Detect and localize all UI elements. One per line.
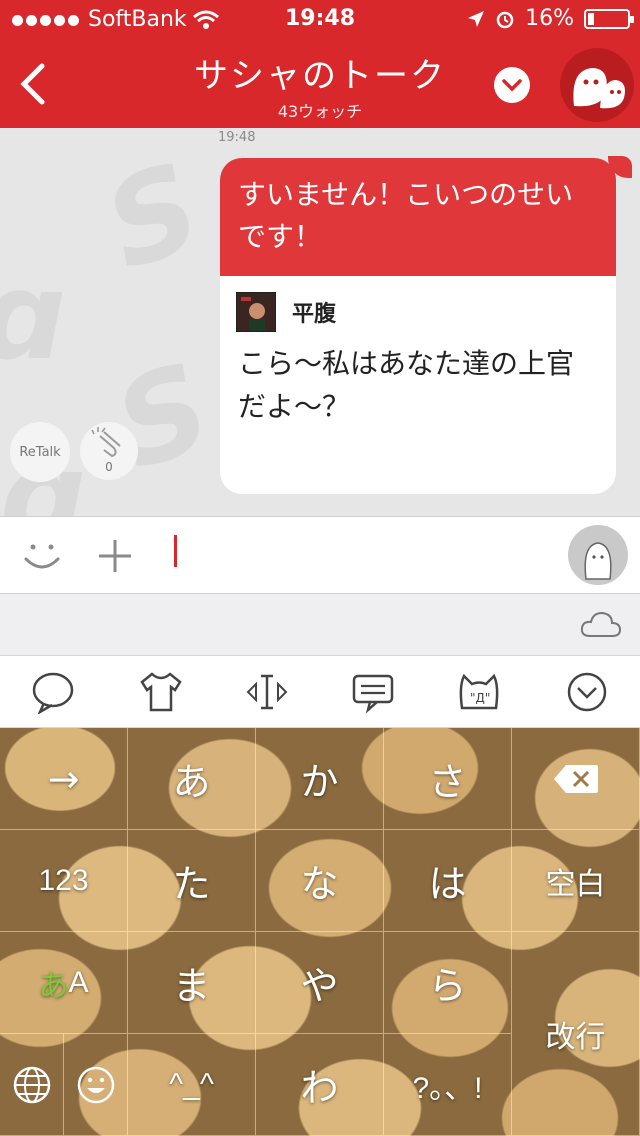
battery-icon — [584, 8, 634, 29]
key-input-mode-latin: A — [68, 965, 89, 999]
key-ra-label: ら — [428, 964, 467, 1008]
key-123[interactable]: 123 — [0, 830, 128, 932]
voice-avatar-illustration — [584, 542, 612, 580]
key-ma-label: ま — [172, 964, 211, 1008]
text-cursor-icon[interactable] — [244, 670, 290, 714]
keyboard: → あ か さ 123 た な は 空白 あA ま や ら 改行 ^_^ わ ?… — [0, 728, 640, 1136]
key-wa[interactable]: わ — [256, 1034, 384, 1136]
voice-avatar-button[interactable] — [568, 525, 628, 585]
chat-header: サシャのトーク 43ウォッチ — [0, 40, 640, 128]
smiley-icon[interactable] — [22, 539, 62, 575]
delete-icon — [553, 764, 598, 793]
retalk-label: ReTalk — [19, 444, 61, 460]
key-sa[interactable]: さ — [384, 728, 512, 830]
key-sa-label: さ — [428, 760, 467, 804]
emoji-icon — [77, 1066, 114, 1103]
key-delete[interactable] — [512, 728, 640, 830]
chat-area[interactable]: ɑ S S ɑ 19:48 ReTalk 0 すいません！こいつのせいです！ 平… — [0, 128, 640, 516]
key-a[interactable]: あ — [128, 728, 256, 830]
globe-icon — [13, 1066, 50, 1103]
quote-avatar — [236, 292, 276, 332]
clap-button[interactable]: 0 — [80, 422, 138, 480]
cloud-icon[interactable] — [580, 610, 622, 638]
quote-author: 平腹 — [292, 302, 337, 327]
background-pattern: ɑ — [0, 248, 66, 387]
key-input-mode[interactable]: あA — [0, 932, 128, 1034]
message-text: すいません！こいつのせいです！ — [220, 158, 616, 276]
key-ya-label: や — [300, 964, 339, 1008]
dropdown-chevron-icon[interactable] — [494, 67, 530, 103]
quote-text: こら〜私はあなた達の上官だよ〜？ — [238, 347, 575, 423]
clap-icon — [91, 427, 121, 458]
status-bar: SoftBank 19:48 16% — [0, 0, 640, 40]
key-123-label: 123 — [38, 863, 89, 897]
comment-icon[interactable] — [350, 670, 396, 714]
key-a-label: あ — [172, 760, 211, 804]
message-timestamp: 19:48 — [218, 130, 256, 145]
key-emoji[interactable] — [64, 1034, 128, 1136]
chat-bubble-icon[interactable] — [30, 670, 76, 714]
key-globe[interactable] — [0, 1034, 64, 1136]
quote-header: 平腹 — [220, 276, 616, 332]
alarm-icon — [496, 11, 514, 28]
key-ma[interactable]: ま — [128, 932, 256, 1034]
page-title: サシャのトーク — [194, 56, 446, 96]
key-ka[interactable]: か — [256, 728, 384, 830]
clap-count: 0 — [105, 460, 113, 474]
keyboard-toolbar: "Д" — [0, 656, 640, 728]
key-kaomoji[interactable]: ^_^ — [128, 1034, 256, 1136]
key-ha-label: は — [428, 862, 467, 906]
key-arrow-label: → — [47, 756, 80, 801]
room-avatar[interactable] — [560, 48, 634, 122]
battery-percent: 16% — [525, 6, 574, 31]
message-bubble[interactable]: すいません！こいつのせいです！ 平腹 こら〜私はあなた達の上官だよ〜？ — [220, 158, 616, 494]
key-return[interactable]: 改行 — [512, 932, 640, 1136]
location-arrow-icon — [468, 10, 485, 27]
key-kaomoji-label: ^_^ — [169, 1067, 214, 1101]
key-ta[interactable]: た — [128, 830, 256, 932]
key-ka-label: か — [300, 760, 339, 804]
key-ta-label: た — [172, 862, 211, 906]
key-input-mode-kana: あ — [38, 969, 69, 1003]
key-ya[interactable]: や — [256, 932, 384, 1034]
key-return-label: 改行 — [545, 1020, 606, 1054]
candidate-bar — [0, 594, 640, 656]
message-input-cursor[interactable] — [174, 535, 177, 567]
key-wa-label: わ — [300, 1066, 339, 1110]
tshirt-icon[interactable] — [138, 670, 184, 714]
key-ra[interactable]: ら — [384, 932, 512, 1034]
plus-icon[interactable] — [96, 537, 134, 575]
key-arrow[interactable]: → — [0, 728, 128, 830]
chevron-circle-icon[interactable] — [564, 670, 610, 714]
key-na-label: な — [300, 862, 339, 906]
svg-text:"Д": "Д" — [470, 691, 490, 705]
key-ha[interactable]: は — [384, 830, 512, 932]
key-space-label: 空白 — [545, 867, 606, 901]
key-space[interactable]: 空白 — [512, 830, 640, 932]
key-punctuation-label: ?。、! — [412, 1071, 483, 1105]
message-input-bar — [0, 516, 640, 594]
key-punctuation[interactable]: ?。、! — [384, 1034, 512, 1136]
retalk-button[interactable]: ReTalk — [10, 422, 70, 482]
status-right: 16% — [467, 6, 634, 31]
room-avatar-illustration — [573, 68, 625, 109]
battery-fill — [588, 12, 594, 25]
cat-face-icon[interactable]: "Д" — [456, 670, 502, 714]
background-pattern: S — [88, 137, 218, 298]
watch-count: 43ウォッチ — [277, 102, 363, 121]
key-na[interactable]: な — [256, 830, 384, 932]
